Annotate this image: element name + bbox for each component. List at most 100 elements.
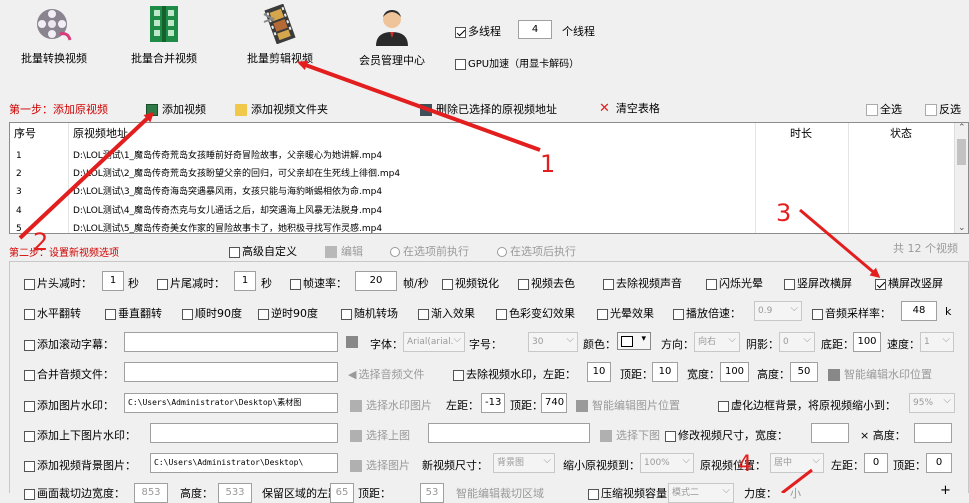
decolor-checkbox[interactable]: 视频去色 — [518, 275, 575, 291]
edit-button[interactable]: 编辑 — [325, 243, 363, 259]
toolbar-batch-convert[interactable]: 批量转换视频 — [14, 0, 94, 86]
size-select[interactable]: 30 — [528, 332, 578, 352]
table-row-no[interactable]: 4 — [16, 202, 22, 220]
resize-height-input[interactable] — [914, 423, 952, 443]
sharpen-checkbox[interactable]: 视频锐化 — [442, 275, 499, 291]
table-row-no[interactable]: 3 — [16, 183, 22, 201]
smart-img-button[interactable]: 智能编辑图片位置 — [576, 397, 680, 413]
header-duration[interactable]: 时长 — [790, 125, 812, 143]
table-row-path[interactable]: D:\LOL测试\1_魔岛传奇荒岛女孩睡前好奇冒险故事，父亲暖心为她讲解.mp4 — [73, 147, 382, 165]
head-cut-input[interactable]: 1 — [102, 271, 124, 291]
ccw90-checkbox[interactable]: 逆时90度 — [258, 305, 318, 321]
table-row-path[interactable]: D:\LOL测试\4_魔岛传奇杰克与女儿通话之后，却突遇海上风暴无法脱身.mp4 — [73, 202, 382, 220]
clear-table-button[interactable]: ✕ 清空表格 — [599, 100, 660, 116]
subtitle-edit-icon[interactable] — [346, 336, 358, 348]
remove-wm-checkbox[interactable]: 去除视频水印，左距： — [453, 366, 576, 382]
fadein-checkbox[interactable]: 渐入效果 — [418, 305, 475, 321]
keep-top-input[interactable]: 53 — [420, 483, 444, 503]
select-all-button[interactable]: 全选 — [866, 101, 902, 117]
bg-img-checkbox[interactable]: 添加视频背景图片： — [24, 457, 136, 473]
bg-top-input[interactable]: 0 — [926, 453, 952, 473]
fps-checkbox[interactable]: 帧速率： — [290, 275, 347, 291]
thread-count-input[interactable]: 4 — [518, 20, 552, 39]
bottom-input[interactable]: 100 — [853, 332, 881, 352]
subtitle-checkbox[interactable]: 添加滚动字幕： — [24, 336, 114, 352]
crop-checkbox[interactable]: 画面裁切边宽度： — [24, 485, 125, 501]
compress-mode-select[interactable]: 模式二 — [668, 483, 734, 503]
scroll-down-icon[interactable]: ⌄ — [958, 223, 966, 233]
bg-left-input[interactable]: 0 — [864, 453, 888, 473]
tail-cut-input[interactable]: 1 — [234, 271, 256, 291]
crop-height-input[interactable]: 533 — [218, 483, 252, 503]
fps-input[interactable]: 20 — [355, 271, 397, 291]
up-image-input[interactable] — [150, 423, 338, 443]
tail-cut-checkbox[interactable]: 片尾减时： — [157, 275, 225, 291]
scroll-up-icon[interactable]: ⌃ — [958, 123, 966, 133]
hflip-checkbox[interactable]: 水平翻转 — [24, 305, 81, 321]
scroll-thumb[interactable] — [957, 139, 966, 165]
head-cut-checkbox[interactable]: 片头减时： — [24, 275, 92, 291]
speed-checkbox[interactable]: 播放倍速： — [673, 305, 741, 321]
vflip-checkbox[interactable]: 垂直翻转 — [105, 305, 162, 321]
wm-top-input[interactable]: 10 — [652, 362, 678, 382]
resize-checkbox[interactable]: 修改视频尺寸，宽度： — [665, 427, 788, 443]
choose-audio-button[interactable]: ◀ 选择音频文件 — [348, 366, 424, 382]
font-select[interactable]: Arial(arial. — [403, 332, 465, 352]
toolbar-batch-edit[interactable]: 批量剪辑视频 — [240, 0, 320, 86]
shadow-select[interactable]: 0 — [779, 332, 815, 352]
advanced-checkbox[interactable]: 高级自定义 — [229, 243, 297, 259]
wm-height-input[interactable]: 50 — [790, 362, 818, 382]
plus-icon[interactable]: + — [940, 483, 951, 498]
delete-selected-button[interactable]: 删除已选择的原视频地址 — [420, 101, 557, 117]
after-exec-radio[interactable]: 在选项后执行 — [497, 243, 576, 259]
table-row-no[interactable]: 1 — [16, 147, 22, 165]
img-top-input[interactable]: 740 — [541, 393, 567, 413]
choose-bg-button[interactable]: 选择图片 — [350, 457, 410, 473]
h2v-checkbox[interactable]: 横屏改竖屏 — [875, 275, 943, 291]
color-picker[interactable]: ▾ — [617, 332, 651, 350]
header-path[interactable]: 原视频地址 — [73, 125, 128, 143]
choose-img-button[interactable]: 选择水印图片 — [350, 397, 432, 413]
halo-checkbox[interactable]: 光晕效果 — [597, 305, 654, 321]
header-no[interactable]: 序号 — [14, 125, 36, 143]
color-fx-checkbox[interactable]: 色彩变幻效果 — [496, 305, 575, 321]
smart-crop-button[interactable]: 智能编辑裁切区域 — [456, 485, 544, 501]
shrink-select[interactable]: 95% — [909, 393, 955, 413]
table-scrollbar[interactable]: ⌃ ⌄ — [954, 123, 968, 233]
invert-button[interactable]: 反选 — [925, 101, 961, 117]
multithread-checkbox[interactable]: 多线程 — [455, 23, 501, 39]
blur-bg-checkbox[interactable]: 虚化边框背景，将原视频缩小到： — [718, 397, 896, 413]
updown-checkbox[interactable]: 添加上下图片水印： — [24, 427, 136, 443]
img-wm-path-input[interactable]: C:\Users\Administrator\Desktop\素材图 — [124, 393, 338, 413]
table-row-path[interactable]: D:\LOL测试\5_魔岛传奇美女作家的冒险故事卡了，她积极寻找写作灵感.mp4 — [73, 220, 382, 233]
table-row-path[interactable]: D:\LOL测试\2_魔岛传奇荒岛女孩盼望父亲的回归，可父亲却在生死线上徘徊.m… — [73, 165, 400, 183]
img-wm-checkbox[interactable]: 添加图片水印： — [24, 397, 114, 413]
new-size-select[interactable]: 背景图 — [493, 453, 555, 473]
v2h-checkbox[interactable]: 竖屏改横屏 — [784, 275, 852, 291]
sample-rate-input[interactable]: 48 — [901, 301, 937, 321]
gpu-checkbox[interactable]: GPU加速（用显卡解码） — [455, 55, 579, 70]
flash-checkbox[interactable]: 闪烁光晕 — [706, 275, 763, 291]
subtitle-input[interactable] — [124, 332, 338, 352]
down-image-input[interactable] — [428, 423, 590, 443]
choose-down-button[interactable]: 选择下图 — [600, 427, 660, 443]
speed-select[interactable]: 0.9 — [754, 301, 802, 321]
direction-select[interactable]: 向右 — [694, 332, 740, 352]
wm-left-input[interactable]: 10 — [587, 362, 611, 382]
wm-width-input[interactable]: 100 — [720, 362, 749, 382]
bg-img-path-input[interactable]: C:\Users\Administrator\Desktop\ — [150, 453, 338, 473]
video-table[interactable]: 序号 原视频地址 时长 状态 1 D:\LOL测试\1_魔岛传奇荒岛女孩睡前好奇… — [9, 122, 969, 234]
audio-checkbox[interactable]: 合并音频文件： — [24, 366, 114, 382]
compress-checkbox[interactable]: 压缩视频容量 — [588, 485, 667, 501]
resize-width-input[interactable] — [811, 423, 849, 443]
before-exec-radio[interactable]: 在选项前执行 — [390, 243, 469, 259]
img-left-input[interactable]: -13 — [481, 393, 505, 413]
position-select[interactable]: 居中 — [770, 453, 824, 473]
add-video-button[interactable]: 添加视频 — [146, 101, 206, 117]
bg-shrink-select[interactable]: 100% — [640, 453, 694, 473]
crop-width-input[interactable]: 853 — [134, 483, 168, 503]
table-row-path[interactable]: D:\LOL测试\3_魔岛传奇海岛突遇暴风雨，女孩只能与海豹晰蜴相依为命.mp4 — [73, 183, 382, 201]
audio-input[interactable] — [124, 362, 338, 382]
sample-rate-checkbox[interactable]: 音频采样率： — [812, 305, 891, 321]
scroll-speed-select[interactable]: 1 — [920, 332, 954, 352]
